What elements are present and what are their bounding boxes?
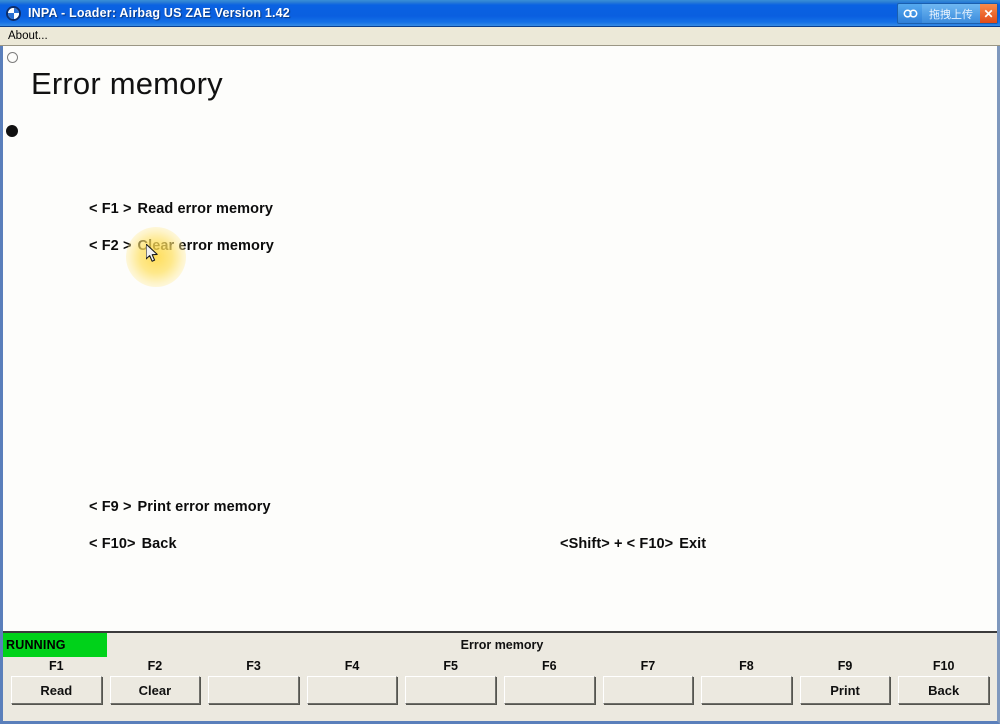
- fkey-label-f1: F1: [49, 659, 64, 673]
- fkey-button-f2[interactable]: Clear: [109, 676, 201, 704]
- status-row: RUNNING Error memory: [3, 633, 997, 657]
- fkey-cell-f6: F6: [500, 657, 599, 704]
- fkey-button-f7[interactable]: [602, 676, 694, 704]
- option-clear-error-memory[interactable]: < F2 > Clear error memory: [89, 238, 274, 254]
- fkey-label-f10: F10: [932, 659, 955, 673]
- fkey-label-f5: F5: [443, 659, 458, 673]
- option-read-error-memory[interactable]: < F1 > Read error memory: [89, 201, 273, 217]
- option-key-f10: < F10>: [89, 536, 136, 552]
- option-key-f9: < F9 >: [89, 499, 132, 515]
- page-title: Error memory: [31, 66, 223, 101]
- cloud-upload-icon: [898, 4, 922, 23]
- screen-canvas: Error memory < F1 > Read error memory < F…: [3, 46, 997, 631]
- fkey-row: F1 Read F2 Clear F3 F4 F5 F6 F7 F8 F9 Pr…: [3, 657, 997, 704]
- fkey-cell-f8: F8: [697, 657, 796, 704]
- fkey-button-f3[interactable]: [208, 676, 299, 704]
- client-area: Error memory < F1 > Read error memory < F…: [0, 46, 1000, 724]
- status-and-fkey-bar: RUNNING Error memory F1 Read F2 Clear F3: [3, 631, 997, 721]
- fkey-cell-f2: F2 Clear: [106, 657, 205, 704]
- fkey-cell-f9: F9 Print: [796, 657, 895, 704]
- fkey-label-f3: F3: [246, 659, 261, 673]
- click-highlight: [126, 227, 186, 287]
- option-key-f1: < F1 >: [89, 201, 132, 217]
- fkey-button-f10[interactable]: Back: [898, 676, 989, 704]
- fkey-button-f5[interactable]: [405, 676, 496, 704]
- option-label-f9: Print error memory: [137, 499, 271, 515]
- drag-upload-widget[interactable]: 拖拽上传 ✕: [897, 3, 998, 24]
- fkey-label-f9: F9: [837, 659, 853, 673]
- hollow-circle-marker-icon: [7, 52, 18, 63]
- option-label-f10: Back: [141, 536, 177, 552]
- status-screen-name: Error memory: [460, 638, 544, 652]
- option-print-error-memory[interactable]: < F9 > Print error memory: [89, 499, 271, 515]
- option-label-exit: Exit: [679, 536, 707, 552]
- fkey-label-f2: F2: [147, 659, 163, 673]
- fkey-cell-f5: F5: [401, 657, 500, 704]
- option-label-f2: Clear error memory: [137, 238, 274, 254]
- titlebar-left-group: INPA - Loader: Airbag US ZAE Version 1.4…: [0, 5, 1000, 21]
- option-key-shift-f10: <Shift> + < F10>: [560, 536, 674, 552]
- fkey-cell-f4: F4: [303, 657, 402, 704]
- window-titlebar: INPA - Loader: Airbag US ZAE Version 1.4…: [0, 0, 1000, 27]
- fkey-cell-f10: F10 Back: [894, 657, 993, 704]
- filled-dot-marker-icon: [6, 125, 18, 137]
- fkey-button-f4[interactable]: [306, 676, 398, 704]
- upload-widget-label[interactable]: 拖拽上传: [922, 4, 980, 23]
- fkey-label-f7: F7: [640, 659, 656, 673]
- fkey-button-f9[interactable]: Print: [799, 676, 891, 704]
- fkey-cell-f3: F3: [204, 657, 303, 704]
- fkey-label-f8: F8: [739, 659, 754, 673]
- fkey-cell-f1: F1 Read: [7, 657, 106, 704]
- fkey-button-f1[interactable]: Read: [11, 676, 102, 704]
- option-key-f2: < F2 >: [89, 238, 132, 254]
- close-icon[interactable]: ✕: [980, 4, 997, 23]
- bmw-roundel-icon: [6, 5, 21, 21]
- option-label-f1: Read error memory: [137, 201, 273, 217]
- menubar: About...: [0, 27, 1000, 46]
- fkey-cell-f7: F7: [599, 657, 698, 704]
- fkey-button-f8[interactable]: [701, 676, 792, 704]
- fkey-label-f4: F4: [344, 659, 360, 673]
- option-back[interactable]: < F10> Back: [89, 536, 177, 552]
- menu-item-about[interactable]: About...: [0, 29, 54, 43]
- inpa-application-window: INPA - Loader: Airbag US ZAE Version 1.4…: [0, 0, 1000, 724]
- status-badge: RUNNING: [3, 633, 107, 657]
- option-exit[interactable]: <Shift> + < F10> Exit: [560, 536, 706, 552]
- fkey-button-f6[interactable]: [503, 676, 595, 704]
- window-title: INPA - Loader: Airbag US ZAE Version 1.4…: [28, 6, 290, 20]
- fkey-label-f6: F6: [541, 659, 557, 673]
